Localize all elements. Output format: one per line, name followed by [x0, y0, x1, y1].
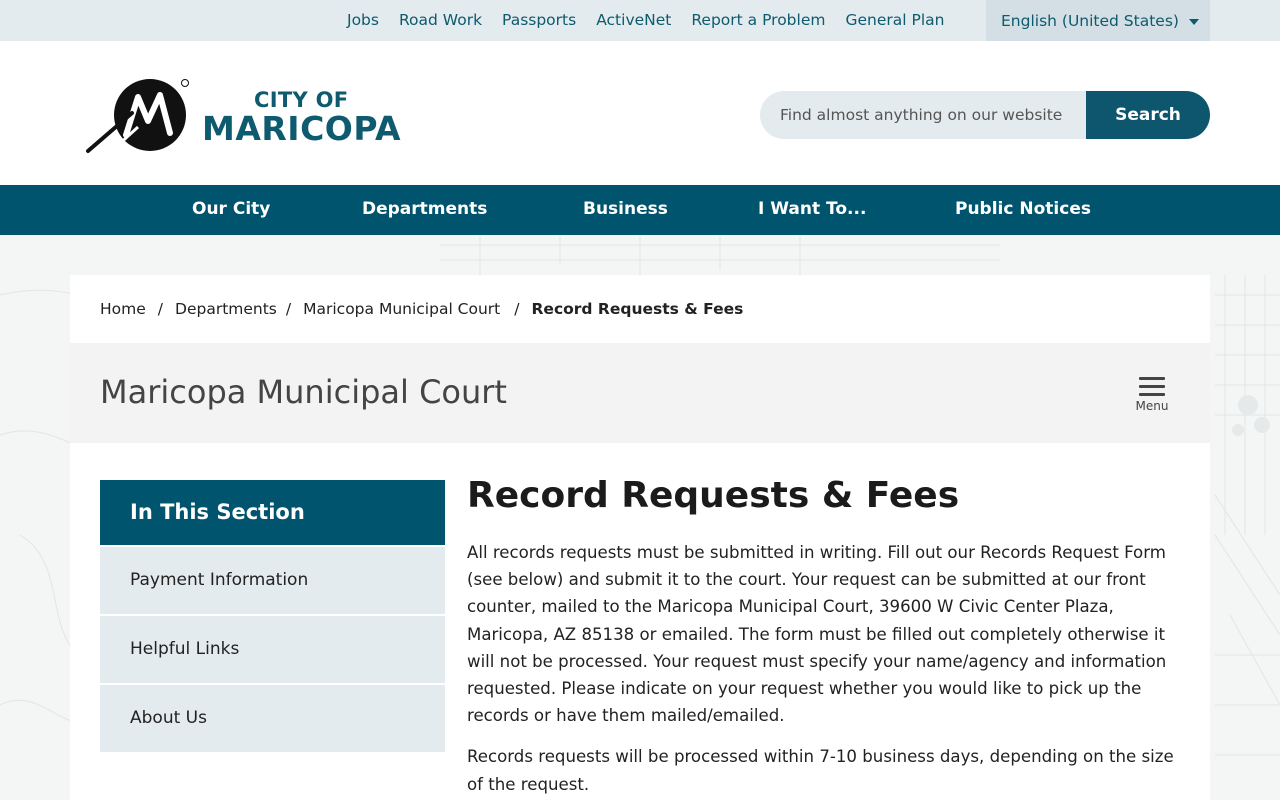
- utility-bar: Jobs Road Work Passports ActiveNet Repor…: [0, 0, 1280, 41]
- utility-link-activenet[interactable]: ActiveNet: [586, 0, 681, 41]
- hamburger-menu-icon: [1139, 377, 1165, 396]
- department-header: Maricopa Municipal Court Menu: [70, 343, 1210, 443]
- nav-item-public-notices[interactable]: Public Notices: [955, 185, 1091, 235]
- utility-link-general-plan[interactable]: General Plan: [835, 0, 954, 41]
- breadcrumb-municipal-court[interactable]: Maricopa Municipal Court: [303, 300, 500, 318]
- site-logo[interactable]: CITY OF MARICOPA: [86, 77, 406, 157]
- nav-item-i-want-to[interactable]: I Want To...: [758, 185, 866, 235]
- article-content: Record Requests & Fees All records reque…: [467, 473, 1182, 798]
- section-nav-heading: In This Section: [100, 480, 445, 545]
- utility-link-report-a-problem[interactable]: Report a Problem: [681, 0, 835, 41]
- language-label: English (United States): [1001, 11, 1179, 30]
- caret-down-icon: [1188, 18, 1199, 25]
- logo-name-text: MARICOPA: [202, 109, 402, 148]
- utility-link-road-work[interactable]: Road Work: [389, 0, 492, 41]
- search-input[interactable]: [760, 91, 1086, 139]
- language-select[interactable]: English (United States): [986, 0, 1210, 41]
- article-title: Record Requests & Fees: [467, 475, 960, 516]
- section-nav-item-payment-information[interactable]: Payment Information: [100, 547, 445, 614]
- main-navigation: Our City Departments Business I Want To.…: [0, 185, 1280, 235]
- search-button[interactable]: Search: [1086, 91, 1210, 139]
- content-card: Home / Departments / Maricopa Municipal …: [70, 275, 1210, 800]
- search-form: Search: [760, 91, 1210, 139]
- nav-item-our-city[interactable]: Our City: [192, 185, 270, 235]
- maricopa-m-logo-icon: [86, 79, 189, 153]
- section-nav-item-helpful-links[interactable]: Helpful Links: [100, 616, 445, 683]
- site-header: CITY OF MARICOPA Search: [0, 41, 1280, 185]
- article-paragraph: Records requests will be processed withi…: [467, 747, 1174, 794]
- breadcrumb-separator: /: [514, 300, 520, 318]
- utility-links: Jobs Road Work Passports ActiveNet Repor…: [337, 0, 954, 41]
- breadcrumb-separator: /: [285, 300, 292, 318]
- nav-item-departments[interactable]: Departments: [362, 185, 487, 235]
- section-menu-button[interactable]: Menu: [1130, 377, 1174, 419]
- section-navigation: In This Section Payment Information Help…: [100, 480, 445, 752]
- breadcrumb-departments[interactable]: Departments: [175, 300, 277, 318]
- section-nav-item-about-us[interactable]: About Us: [100, 685, 445, 752]
- department-title: Maricopa Municipal Court: [100, 373, 507, 411]
- breadcrumb-current: Record Requests & Fees: [531, 300, 744, 318]
- article-paragraph: All records requests must be submitted i…: [467, 543, 1167, 726]
- utility-link-jobs[interactable]: Jobs: [337, 0, 389, 41]
- breadcrumb-separator: /: [157, 300, 164, 318]
- utility-link-passports[interactable]: Passports: [492, 0, 586, 41]
- nav-item-business[interactable]: Business: [583, 185, 668, 235]
- breadcrumb-home[interactable]: Home: [100, 300, 146, 318]
- breadcrumb: Home / Departments / Maricopa Municipal …: [100, 275, 743, 343]
- menu-label: Menu: [1135, 399, 1169, 413]
